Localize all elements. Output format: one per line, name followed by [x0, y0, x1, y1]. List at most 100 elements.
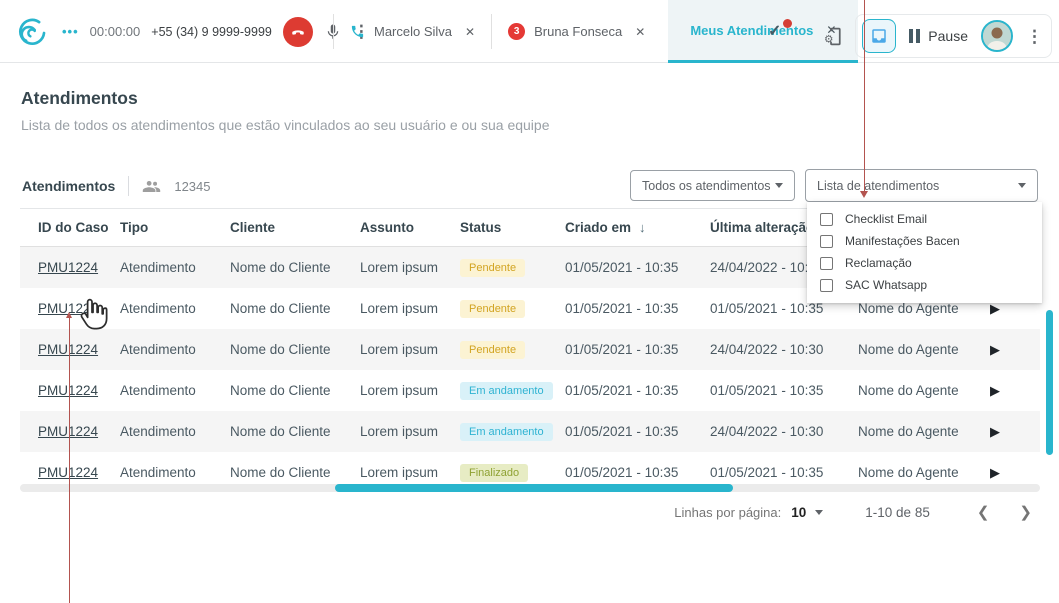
user-avatar[interactable] [981, 20, 1013, 52]
tab-label: Bruna Fonseca [534, 24, 622, 39]
rows-per-page-label: Linhas por página: [674, 505, 781, 520]
pagination-range: 1-10 de 85 [865, 505, 930, 520]
case-id-link[interactable]: PMU1224 [38, 424, 120, 439]
call-phone-number: +55 (34) 9 9999-9999 [151, 25, 272, 39]
filter-option[interactable]: SAC Whatsapp [807, 274, 1042, 296]
profile-more-options-button[interactable]: ⋮ [1026, 28, 1043, 45]
case-id-link[interactable]: PMU1224 [38, 342, 120, 357]
tab-bruna-fonseca[interactable]: 3 Bruna Fonseca ✕ [492, 0, 661, 63]
status-badge: Em andamento [460, 423, 553, 441]
arrow-up-icon [66, 312, 72, 318]
horizontal-scrollbar-thumb[interactable] [335, 484, 733, 492]
subject-cell: Lorem ipsum [360, 465, 460, 480]
play-button[interactable]: ▶ [990, 424, 1000, 440]
inbox-button[interactable] [862, 19, 896, 53]
notification-dot [783, 19, 792, 28]
play-button[interactable]: ▶ [990, 342, 1000, 358]
phone-settings-button[interactable]: ⚙ [824, 26, 845, 47]
created-at-cell: 01/05/2021 - 10:35 [565, 383, 710, 398]
app-logo-icon [13, 13, 51, 51]
table-row[interactable]: PMU1224AtendimentoNome do ClienteLorem i… [20, 411, 1040, 452]
filter-option[interactable]: Reclamação [807, 252, 1042, 274]
check-icon: ✓ [768, 23, 781, 40]
checkbox[interactable] [820, 279, 833, 292]
client-cell: Nome do Cliente [230, 424, 360, 439]
filter-option[interactable]: Checklist Email [807, 208, 1042, 230]
filter-list-select[interactable]: Lista de atendimentos [805, 169, 1038, 202]
updated-at-cell: 01/05/2021 - 10:35 [710, 301, 858, 316]
page-title: Atendimentos [21, 88, 138, 109]
filter-all-value: Todos os atendimentos [642, 179, 771, 193]
column-header: Cliente [230, 220, 360, 235]
filter-list-value: Lista de atendimentos [817, 179, 939, 193]
filter-option[interactable]: Manifestações Bacen [807, 230, 1042, 252]
checkbox[interactable] [820, 257, 833, 270]
avatar-photo [983, 22, 1011, 50]
type-cell: Atendimento [120, 342, 230, 357]
column-header: Status [460, 220, 565, 235]
filter-option-label: Checklist Email [845, 212, 927, 226]
updated-at-cell: 01/05/2021 - 10:35 [710, 465, 858, 480]
vertical-scrollbar-thumb[interactable] [1046, 310, 1053, 455]
type-cell: Atendimento [120, 424, 230, 439]
pagination-nav: ❮ ❯ [974, 503, 1035, 521]
status-badge: Finalizado [460, 464, 528, 482]
tab-marcelo-silva[interactable]: Marcelo Silva ✕ [334, 0, 491, 63]
client-cell: Nome do Cliente [230, 342, 360, 357]
agent-cell: Nome do Agente [858, 342, 990, 357]
case-id-link[interactable]: PMU1224 [38, 465, 120, 480]
chevron-down-icon [775, 183, 783, 188]
horizontal-scrollbar-track[interactable] [20, 484, 1040, 492]
type-cell: Atendimento [120, 465, 230, 480]
rows-per-page-value: 10 [791, 505, 806, 520]
arrow-down-icon [860, 191, 868, 198]
created-at-cell: 01/05/2021 - 10:35 [565, 342, 710, 357]
agent-cell: Nome do Agente [858, 301, 990, 316]
tab-label: Meus Atendimentos [690, 23, 813, 38]
agent-controls-box: Pause ⋮ [855, 14, 1052, 58]
created-at-cell: 01/05/2021 - 10:35 [565, 424, 710, 439]
previous-page-button[interactable]: ❮ [974, 503, 993, 521]
sort-descending-icon[interactable]: ↓ [639, 220, 646, 235]
next-page-button[interactable]: ❯ [1016, 503, 1035, 521]
tab-label: Marcelo Silva [374, 24, 452, 39]
checkbox[interactable] [820, 213, 833, 226]
created-at-cell: 01/05/2021 - 10:35 [565, 260, 710, 275]
annotation-line-filter [864, 0, 865, 191]
case-id-link[interactable]: PMU1224 [38, 260, 120, 275]
svg-text:⚙: ⚙ [824, 33, 833, 45]
status-badge: Pendente [460, 259, 525, 277]
chevron-down-icon [815, 510, 823, 515]
filter-option-label: SAC Whatsapp [845, 278, 927, 292]
column-header: Criado em↓ [565, 220, 710, 235]
play-button[interactable]: ▶ [990, 465, 1000, 481]
client-cell: Nome do Cliente [230, 260, 360, 275]
page-subtitle: Lista de todos os atendimentos que estão… [21, 117, 549, 133]
pause-button[interactable]: Pause [909, 28, 968, 44]
annotation-line-case-id [69, 318, 70, 603]
pause-label: Pause [928, 28, 968, 44]
table-row[interactable]: PMU1224AtendimentoNome do ClienteLorem i… [20, 370, 1040, 411]
tab-close-icon[interactable]: ✕ [635, 25, 645, 39]
tab-close-icon[interactable]: ✕ [465, 25, 475, 39]
play-button[interactable]: ▶ [990, 383, 1000, 399]
updated-at-cell: 24/04/2022 - 10:30 [710, 424, 858, 439]
group-icon [142, 177, 161, 196]
topbar: ••• 00:00:00 +55 (34) 9 9999-9999 ⋮ Marc… [0, 0, 1059, 63]
agent-cell: Nome do Agente [858, 465, 990, 480]
hangup-call-button[interactable] [283, 17, 313, 47]
status-badge: Pendente [460, 300, 525, 318]
table-row[interactable]: PMU1224AtendimentoNome do ClienteLorem i… [20, 329, 1040, 370]
chevron-down-icon [1018, 183, 1026, 188]
case-id-link[interactable]: PMU1224 [38, 301, 120, 316]
checkbox[interactable] [820, 235, 833, 248]
case-id-link[interactable]: PMU1224 [38, 383, 120, 398]
created-at-cell: 01/05/2021 - 10:35 [565, 301, 710, 316]
rows-per-page-select[interactable]: 10 [791, 505, 823, 520]
agent-cell: Nome do Agente [858, 383, 990, 398]
column-header: ID do Caso [38, 220, 120, 235]
tasks-notification-button[interactable]: ✓ [768, 21, 792, 45]
filter-all-select[interactable]: Todos os atendimentos [630, 170, 795, 201]
filter-list-dropdown-panel: Checklist Email Manifestações BacenReclam… [807, 202, 1042, 303]
app-window: ••• 00:00:00 +55 (34) 9 9999-9999 ⋮ Marc… [0, 0, 1059, 603]
